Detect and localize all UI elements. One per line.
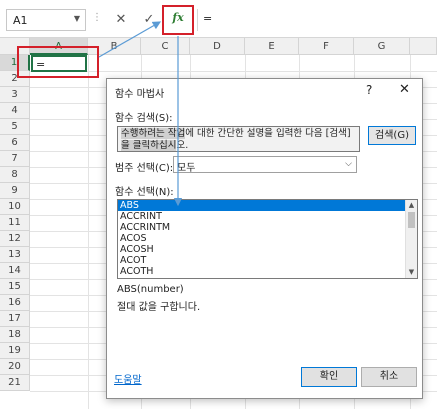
search-button[interactable]: 검색(G) bbox=[368, 126, 416, 145]
category-value: 모두 bbox=[177, 163, 196, 174]
formula-bar-grip-icon: ⋮ bbox=[92, 12, 102, 23]
list-item[interactable]: ACOS bbox=[118, 233, 417, 244]
formula-input[interactable]: = bbox=[203, 12, 212, 25]
help-icon[interactable]: ? bbox=[366, 83, 372, 97]
column-header[interactable]: G bbox=[354, 38, 410, 55]
row-header[interactable]: 13 bbox=[0, 247, 30, 263]
function-search-input[interactable]: 수행하려는 작업에 대한 간단한 설명을 입력한 다음 [검색] 을 클릭하십시… bbox=[117, 126, 360, 152]
column-header-partial[interactable] bbox=[410, 38, 437, 55]
column-header[interactable]: F bbox=[299, 38, 354, 55]
row-header[interactable]: 18 bbox=[0, 327, 30, 343]
insert-function-button[interactable]: fx bbox=[162, 5, 194, 35]
ok-button[interactable]: 확인 bbox=[301, 367, 357, 387]
row-header[interactable]: 17 bbox=[0, 311, 30, 327]
search-label: 함수 검색(S): bbox=[115, 113, 173, 124]
column-header[interactable]: E bbox=[245, 38, 299, 55]
highlight-box-a1 bbox=[17, 46, 99, 78]
scrollbar-thumb[interactable] bbox=[408, 212, 415, 228]
row-header[interactable]: 20 bbox=[0, 359, 30, 375]
function-syntax: ABS(number) bbox=[117, 284, 184, 295]
check-icon: ✓ bbox=[143, 12, 155, 27]
search-hint-text: 오. bbox=[176, 140, 189, 151]
formula-bar-divider bbox=[197, 9, 198, 31]
search-hint-highlight: 수행하려는 작업 bbox=[121, 128, 186, 139]
row-header[interactable]: 16 bbox=[0, 295, 30, 311]
list-item[interactable]: ACOSH bbox=[118, 244, 417, 255]
close-icon: ✕ bbox=[115, 12, 127, 27]
column-header[interactable]: C bbox=[141, 38, 190, 55]
row-header[interactable]: 10 bbox=[0, 199, 30, 215]
list-scrollbar[interactable]: ▲ ▼ bbox=[405, 200, 417, 278]
row-header[interactable]: 7 bbox=[0, 151, 30, 167]
dialog-title: 함수 마법사 bbox=[115, 89, 165, 100]
row-header[interactable]: 21 bbox=[0, 375, 30, 391]
row-header[interactable]: 19 bbox=[0, 343, 30, 359]
row-header[interactable]: 15 bbox=[0, 279, 30, 295]
row-header[interactable]: 5 bbox=[0, 119, 30, 135]
row-header[interactable]: 12 bbox=[0, 231, 30, 247]
list-item[interactable]: ACCRINTM bbox=[118, 222, 417, 233]
name-box-value: A1 bbox=[13, 14, 28, 27]
search-hint-text: 에 대한 간단한 설명을 입력한 다음 [검색] bbox=[185, 128, 351, 139]
chevron-down-icon[interactable]: ▼ bbox=[74, 14, 80, 23]
formula-bar: A1 ▼ ⋮ ✕ ✓ fx = bbox=[0, 0, 437, 38]
search-hint-highlight: 을 클릭하십시 bbox=[121, 140, 177, 151]
function-description: 절대 값을 구합니다. bbox=[117, 302, 201, 313]
function-listbox[interactable]: ABS ACCRINT ACCRINTM ACOS ACOSH ACOT ACO… bbox=[117, 199, 418, 279]
name-box[interactable]: A1 ▼ bbox=[6, 9, 86, 31]
chevron-down-icon: ⌵ bbox=[345, 159, 352, 169]
cancel-formula-button[interactable]: ✕ bbox=[110, 9, 132, 31]
row-header[interactable]: 11 bbox=[0, 215, 30, 231]
row-header[interactable]: 4 bbox=[0, 103, 30, 119]
cancel-button[interactable]: 취소 bbox=[361, 367, 417, 387]
scroll-down-icon[interactable]: ▼ bbox=[406, 267, 417, 278]
list-item[interactable]: ACOTH bbox=[118, 266, 417, 277]
row-header[interactable]: 8 bbox=[0, 167, 30, 183]
fx-icon: fx bbox=[172, 11, 184, 24]
row-header[interactable]: 14 bbox=[0, 263, 30, 279]
row-header[interactable]: 6 bbox=[0, 135, 30, 151]
list-item[interactable]: ACCRINT bbox=[118, 211, 417, 222]
row-header[interactable]: 3 bbox=[0, 87, 30, 103]
list-item[interactable]: ABS bbox=[118, 200, 417, 211]
column-header[interactable]: D bbox=[190, 38, 245, 55]
category-select[interactable]: 모두 ⌵ bbox=[173, 156, 357, 174]
function-wizard-dialog: 함수 마법사 ? ✕ 함수 검색(S): 수행하려는 작업에 대한 간단한 설명… bbox=[106, 78, 423, 399]
category-label: 범주 선택(C): bbox=[115, 163, 174, 174]
enter-formula-button[interactable]: ✓ bbox=[138, 9, 160, 31]
close-icon[interactable]: ✕ bbox=[399, 82, 410, 97]
function-list-label: 함수 선택(N): bbox=[115, 187, 174, 198]
gridline bbox=[88, 55, 89, 409]
scroll-up-icon[interactable]: ▲ bbox=[406, 200, 417, 211]
row-header[interactable]: 9 bbox=[0, 183, 30, 199]
list-item[interactable]: ACOT bbox=[118, 255, 417, 266]
help-link[interactable]: 도움말 bbox=[114, 371, 142, 386]
